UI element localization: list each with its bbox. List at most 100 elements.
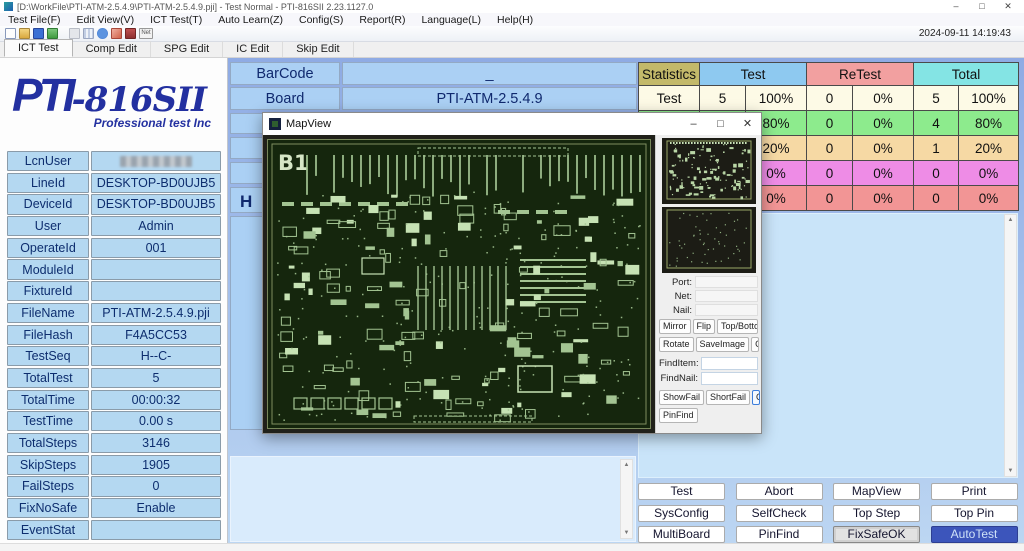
finditem-label: FindItem:: [659, 358, 701, 369]
top-step-button[interactable]: Top Step: [833, 505, 920, 522]
grid-icon[interactable]: [83, 28, 94, 39]
sysconfig-button[interactable]: SysConfig: [638, 505, 725, 522]
menu-config[interactable]: Config(S): [299, 14, 343, 26]
mapview-button[interactable]: MapView: [833, 483, 920, 500]
new-file-icon[interactable]: [5, 28, 16, 39]
menu-auto-learn[interactable]: Auto Learn(Z): [218, 14, 283, 26]
close-button[interactable]: ✕: [1002, 1, 1014, 12]
shortfail-button[interactable]: ShortFail: [706, 390, 750, 405]
menu-ict-test[interactable]: ICT Test(T): [150, 14, 202, 26]
findnail-label: FindNail:: [659, 373, 701, 384]
scroll-up-icon[interactable]: ▲: [624, 462, 630, 468]
finditem-input[interactable]: [701, 357, 758, 370]
clear-button[interactable]: Clear: [752, 390, 760, 405]
info-icon[interactable]: [97, 28, 108, 39]
tab-ic-edit[interactable]: IC Edit: [223, 41, 283, 57]
color-button[interactable]: Color: [751, 337, 759, 352]
svg-text:B1: B1: [278, 151, 309, 175]
open-file-icon[interactable]: [19, 28, 30, 39]
table-row: FixtureId: [7, 281, 221, 301]
pcb-thumbnail-top[interactable]: [662, 138, 756, 204]
table-row: FileNamePTI-ATM-2.5.4.9.pji: [7, 303, 221, 323]
maximize-button[interactable]: □: [976, 1, 988, 12]
stats-cell: 5: [700, 86, 746, 111]
mapview-title-bar[interactable]: MapView – □ ✕: [263, 113, 761, 135]
net-icon[interactable]: Net: [139, 28, 153, 39]
tab-ict-test[interactable]: ICT Test: [4, 39, 73, 57]
save-all-icon[interactable]: [47, 28, 58, 39]
pcb-thumbnail-bottom[interactable]: [662, 207, 756, 273]
pinfind-button[interactable]: PinFind: [736, 526, 823, 543]
snapshot-icon[interactable]: [125, 28, 136, 39]
mirror-button[interactable]: Mirror: [659, 319, 691, 334]
log-scrollbar[interactable]: ▲ ▼: [620, 459, 633, 539]
findnail-input[interactable]: [701, 372, 758, 385]
stats-cell: 0: [914, 186, 959, 211]
app-icon: [4, 2, 13, 11]
table-row: SkipSteps1905: [7, 455, 221, 475]
stats-cell: 0: [807, 161, 853, 186]
menu-bar: Test File(F) Edit View(V) ICT Test(T) Au…: [0, 13, 1024, 26]
selfcheck-button[interactable]: SelfCheck: [736, 505, 823, 522]
tab-spg-edit[interactable]: SPG Edit: [151, 41, 223, 57]
showfail-button[interactable]: ShowFail: [659, 390, 704, 405]
fixsafeok-button[interactable]: FixSafeOK: [833, 526, 920, 543]
autotest-button[interactable]: AutoTest: [931, 526, 1018, 543]
curve-icon[interactable]: [111, 28, 122, 39]
menu-help[interactable]: Help(H): [497, 14, 533, 26]
logo-model: -816SII: [72, 80, 206, 120]
flip-button[interactable]: Flip: [693, 319, 716, 334]
minimize-button[interactable]: –: [950, 1, 962, 12]
stats-cell: 5: [914, 86, 959, 111]
rotate-button[interactable]: Rotate: [659, 337, 694, 352]
stats-cell: 0: [914, 161, 959, 186]
menu-language[interactable]: Language(L): [421, 14, 481, 26]
pinfind-map-button[interactable]: PinFind: [659, 408, 698, 423]
board-label: Board: [230, 87, 340, 110]
print-button[interactable]: Print: [931, 483, 1018, 500]
tab-skip-edit[interactable]: Skip Edit: [283, 41, 353, 57]
abort-button[interactable]: Abort: [736, 483, 823, 500]
report-icon[interactable]: [69, 28, 80, 39]
stats-cell: 0: [807, 86, 853, 111]
mapview-maximize-button[interactable]: □: [707, 113, 734, 135]
mapview-close-button[interactable]: ✕: [734, 113, 761, 135]
port-label: Port:: [659, 277, 695, 288]
menu-report[interactable]: Report(R): [359, 14, 405, 26]
scroll-down-icon[interactable]: ▼: [624, 530, 630, 536]
table-row: TestSeqH--C-: [7, 346, 221, 366]
table-row: EventStat: [7, 520, 221, 540]
mapview-minimize-button[interactable]: –: [680, 113, 707, 135]
result-scrollbar[interactable]: ▲ ▼: [1004, 214, 1017, 477]
info-table: LcnUser LineIdDESKTOP-BD0UJB5 DeviceIdDE…: [7, 151, 221, 540]
save-icon[interactable]: [33, 28, 44, 39]
table-row: TestTime0.00 s: [7, 411, 221, 431]
net-input[interactable]: [695, 290, 758, 302]
menu-edit-view[interactable]: Edit View(V): [77, 14, 135, 26]
scroll-up-icon[interactable]: ▲: [1008, 217, 1014, 223]
saveimage-button[interactable]: SaveImage: [696, 337, 750, 352]
menu-test-file[interactable]: Test File(F): [8, 14, 61, 26]
test-button[interactable]: Test: [638, 483, 725, 500]
status-bar: [0, 543, 1024, 551]
tab-comp-edit[interactable]: Comp Edit: [73, 41, 151, 57]
mapview-window-icon: [269, 118, 281, 130]
log-panel: ▲ ▼: [230, 456, 636, 542]
port-input[interactable]: [695, 276, 758, 288]
redacted-blur: [120, 156, 192, 167]
stats-cell: 0: [807, 186, 853, 211]
stats-cell: 0%: [959, 161, 1019, 186]
multiboard-button[interactable]: MultiBoard: [638, 526, 725, 543]
board-value: PTI-ATM-2.5.4.9: [342, 87, 637, 110]
window-title: [D:\WorkFile\PTI-ATM-2.5.4.9\PTI-ATM-2.5…: [17, 2, 373, 12]
top-pin-button[interactable]: Top Pin: [931, 505, 1018, 522]
scroll-down-icon[interactable]: ▼: [1008, 468, 1014, 474]
stats-cell: 0%: [853, 186, 914, 211]
stats-header-total: Total: [914, 63, 1019, 86]
top-bottom-button[interactable]: Top/Bottom: [717, 319, 758, 334]
title-bar: [D:\WorkFile\PTI-ATM-2.5.4.9\PTI-ATM-2.5…: [0, 0, 1024, 13]
nail-input[interactable]: [695, 304, 758, 316]
pcb-board-view[interactable]: B1: [267, 139, 651, 429]
barcode-input[interactable]: _: [342, 62, 637, 85]
stats-cell: 0%: [853, 86, 914, 111]
